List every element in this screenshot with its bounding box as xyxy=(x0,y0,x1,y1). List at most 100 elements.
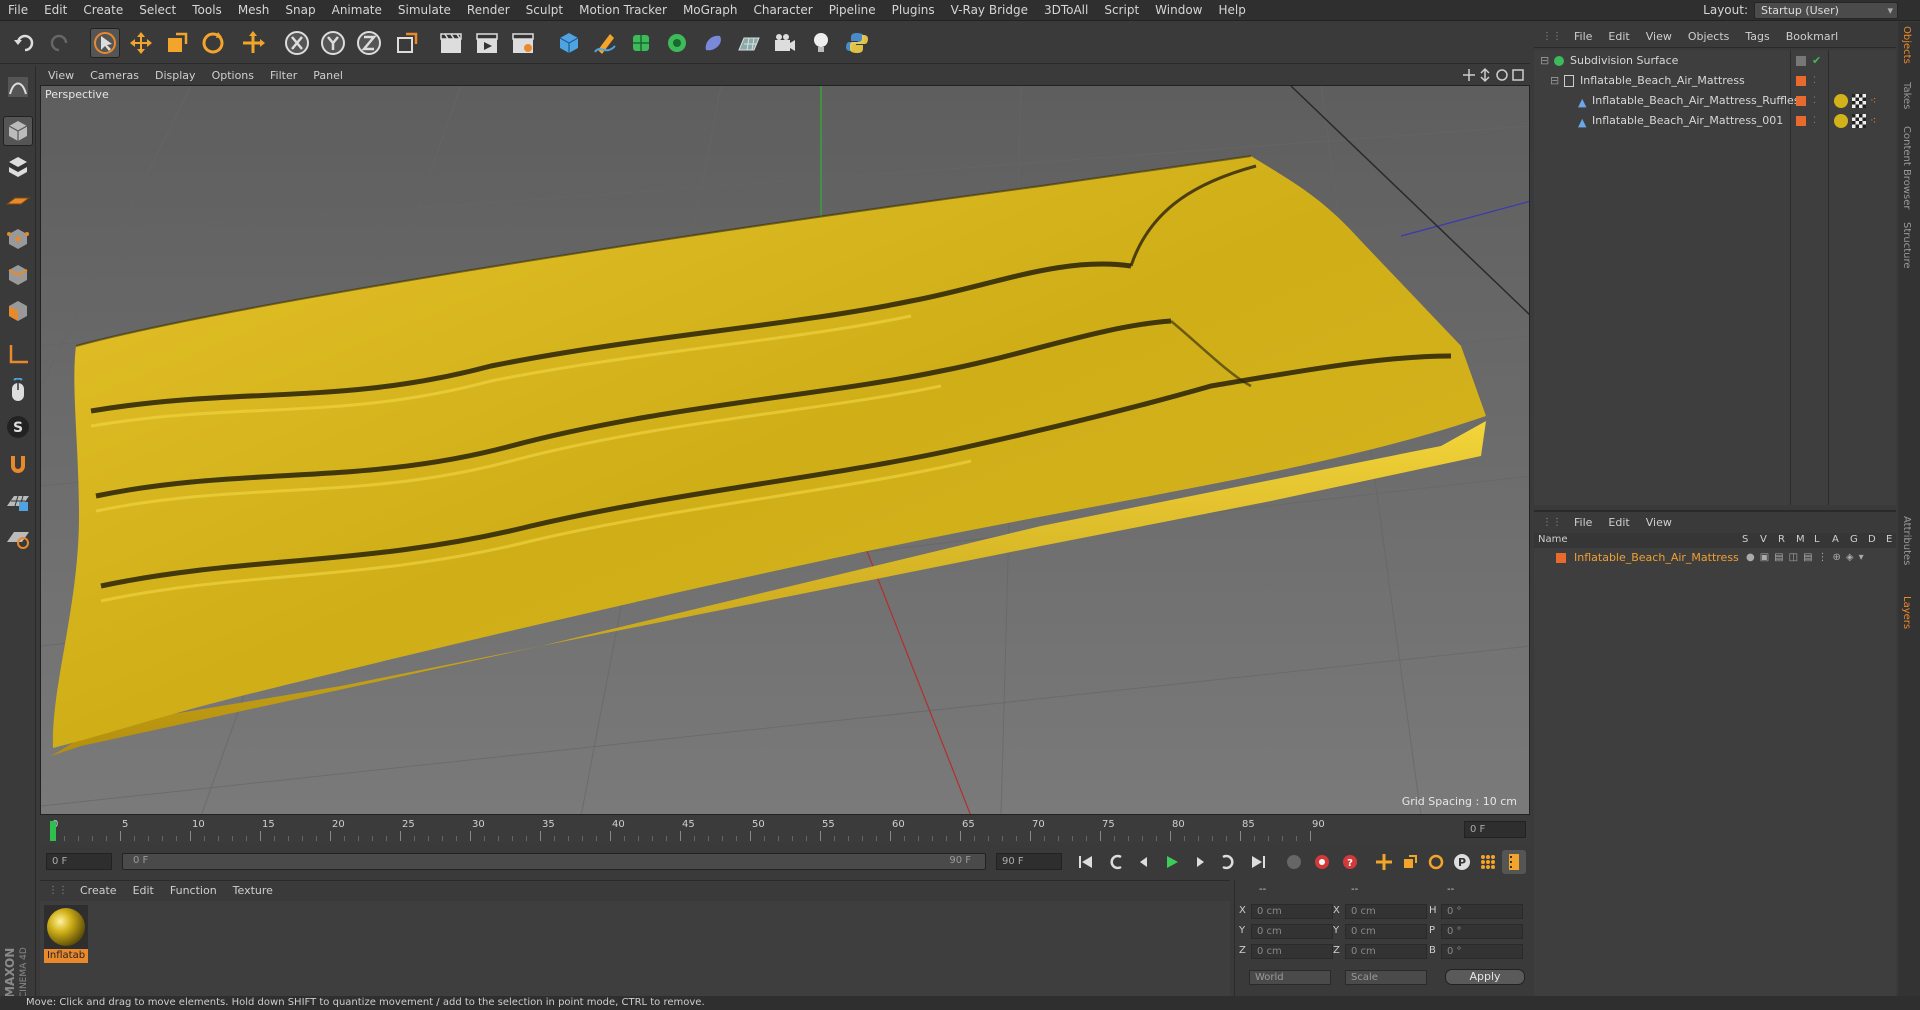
magnet-button[interactable] xyxy=(3,450,33,480)
model-mode-button[interactable] xyxy=(3,116,33,146)
pan-view-icon[interactable] xyxy=(1463,69,1475,81)
subdivision-surface-button[interactable] xyxy=(626,28,656,58)
viewport-menu-item-3[interactable]: Options xyxy=(204,69,262,82)
cloner-button[interactable] xyxy=(662,28,692,58)
coord-value-field[interactable]: 0 ° xyxy=(1441,924,1523,939)
play-button[interactable] xyxy=(1160,850,1184,874)
timeline-ruler[interactable]: 051015202530354045505560657075808590 0 F xyxy=(40,817,1530,843)
edges-mode-button[interactable] xyxy=(3,260,33,290)
coordinate-system-button[interactable] xyxy=(392,28,422,58)
menu-item-14[interactable]: Pipeline xyxy=(821,0,884,21)
timeline-playhead[interactable] xyxy=(50,821,56,841)
menu-item-11[interactable]: Motion Tracker xyxy=(571,0,675,21)
side-tab-attributes[interactable]: Attributes xyxy=(1901,516,1912,565)
menu-item-0[interactable]: File xyxy=(0,0,36,21)
expand-toggle[interactable]: ⊟ xyxy=(1550,72,1559,90)
menu-item-9[interactable]: Render xyxy=(459,0,518,21)
python-script-button[interactable] xyxy=(842,28,872,58)
texture-tag-icon[interactable] xyxy=(1852,94,1866,108)
object-menu-item-3[interactable]: Objects xyxy=(1680,30,1738,43)
layer-col-flag[interactable]: R xyxy=(1778,534,1785,545)
viewport-menu-item-0[interactable]: View xyxy=(40,69,82,82)
layer-col-flag[interactable]: L xyxy=(1814,534,1820,545)
coord-value-field[interactable]: 0 cm xyxy=(1345,924,1427,939)
z-axis-lock-button[interactable] xyxy=(354,28,384,58)
3d-viewport[interactable]: Perspective Grid Spacing : 10 cm xyxy=(40,85,1530,815)
material-menu-item-3[interactable]: Texture xyxy=(225,884,281,897)
cube-object-button[interactable] xyxy=(554,28,584,58)
autokey-button[interactable]: ? xyxy=(1338,850,1362,874)
floor-button[interactable] xyxy=(734,28,764,58)
menu-item-7[interactable]: Animate xyxy=(324,0,390,21)
key-parameter-button[interactable]: P xyxy=(1450,850,1474,874)
tweak-mode-button[interactable] xyxy=(3,376,33,406)
menu-item-19[interactable]: Window xyxy=(1147,0,1210,21)
live-selection-button[interactable] xyxy=(90,28,120,58)
object-menu-item-0[interactable]: File xyxy=(1566,30,1600,43)
undo-button[interactable] xyxy=(10,28,40,58)
menu-item-10[interactable]: Sculpt xyxy=(518,0,571,21)
side-tab-structure[interactable]: Structure xyxy=(1901,222,1912,269)
render-view-button[interactable] xyxy=(436,28,466,58)
next-key-button[interactable] xyxy=(1216,850,1240,874)
menu-item-4[interactable]: Tools xyxy=(184,0,230,21)
menu-item-20[interactable]: Help xyxy=(1210,0,1253,21)
coord-mode-select[interactable]: Scale xyxy=(1345,970,1427,985)
menu-item-6[interactable]: Snap xyxy=(277,0,323,21)
apply-button[interactable]: Apply xyxy=(1445,969,1525,985)
texture-tag-icon[interactable] xyxy=(1852,114,1866,128)
rotate-tool-button[interactable] xyxy=(198,28,228,58)
layer-col-flag[interactable]: A xyxy=(1832,534,1839,545)
layer-col-name[interactable]: Name xyxy=(1538,534,1568,545)
phong-tag-icon[interactable]: ⁖ xyxy=(1870,92,1876,110)
menu-item-16[interactable]: V-Ray Bridge xyxy=(943,0,1036,21)
coord-value-field[interactable]: 0 ° xyxy=(1441,904,1523,919)
layer-menu-item-2[interactable]: View xyxy=(1638,516,1680,529)
transform-tool-button[interactable] xyxy=(238,28,268,58)
light-button[interactable] xyxy=(806,28,836,58)
side-tab-takes[interactable]: Takes xyxy=(1901,82,1912,109)
visibility-dots-icon[interactable]: ⁚ xyxy=(1813,92,1816,110)
timeline-window-button[interactable] xyxy=(1502,850,1526,874)
layer-col-flag[interactable]: S xyxy=(1742,534,1748,545)
points-mode-button[interactable] xyxy=(3,224,33,254)
key-rotation-button[interactable] xyxy=(1424,850,1448,874)
previous-frame-button[interactable] xyxy=(1132,850,1156,874)
workplane-mode-button[interactable] xyxy=(3,186,33,216)
edit-render-settings-button[interactable] xyxy=(508,28,538,58)
coord-value-field[interactable]: 0 cm xyxy=(1251,944,1333,959)
menu-item-2[interactable]: Create xyxy=(75,0,131,21)
menu-item-1[interactable]: Edit xyxy=(36,0,75,21)
visibility-dots-icon[interactable]: ⁚ xyxy=(1813,112,1816,130)
coord-value-field[interactable]: 0 cm xyxy=(1251,924,1333,939)
menu-item-15[interactable]: Plugins xyxy=(884,0,943,21)
locked-workplane-button[interactable] xyxy=(3,486,33,516)
key-pla-button[interactable] xyxy=(1476,850,1500,874)
coord-value-field[interactable]: 0 cm xyxy=(1345,904,1427,919)
object-menu-item-2[interactable]: View xyxy=(1638,30,1680,43)
go-to-start-button[interactable] xyxy=(1074,850,1098,874)
pen-spline-button[interactable] xyxy=(590,28,620,58)
make-editable-button[interactable] xyxy=(3,72,33,102)
layer-menu-item-0[interactable]: File xyxy=(1566,516,1600,529)
panel-grip-icon[interactable]: ⋮⋮ xyxy=(40,885,72,896)
side-tab-content-browser[interactable]: Content Browser xyxy=(1901,126,1912,209)
layout-select[interactable]: Startup (User) xyxy=(1754,2,1898,19)
go-to-end-button[interactable] xyxy=(1246,850,1270,874)
y-axis-lock-button[interactable] xyxy=(318,28,348,58)
object-row-mattress-group[interactable]: ⊟ Inflatable_Beach_Air_Mattress ⁚ xyxy=(1534,72,1896,90)
coord-value-field[interactable]: 0 cm xyxy=(1345,944,1427,959)
coord-value-field[interactable]: 0 ° xyxy=(1441,944,1523,959)
move-tool-button[interactable] xyxy=(126,28,156,58)
previous-key-button[interactable] xyxy=(1104,850,1128,874)
scale-tool-button[interactable] xyxy=(162,28,192,58)
current-frame-field[interactable]: 0 F xyxy=(1464,821,1526,838)
menu-item-3[interactable]: Select xyxy=(131,0,184,21)
start-frame-field[interactable]: 0 F xyxy=(46,853,112,870)
phong-tag-icon[interactable]: ⁖ xyxy=(1870,112,1876,130)
viewport-menu-item-5[interactable]: Panel xyxy=(305,69,351,82)
zoom-view-icon[interactable] xyxy=(1480,67,1490,83)
layer-row[interactable]: Inflatable_Beach_Air_Mattress ●▣▤◫▤⋮⊕◈▾ xyxy=(1534,549,1896,567)
texture-mode-button[interactable] xyxy=(3,152,33,182)
render-picture-viewer-button[interactable] xyxy=(472,28,502,58)
